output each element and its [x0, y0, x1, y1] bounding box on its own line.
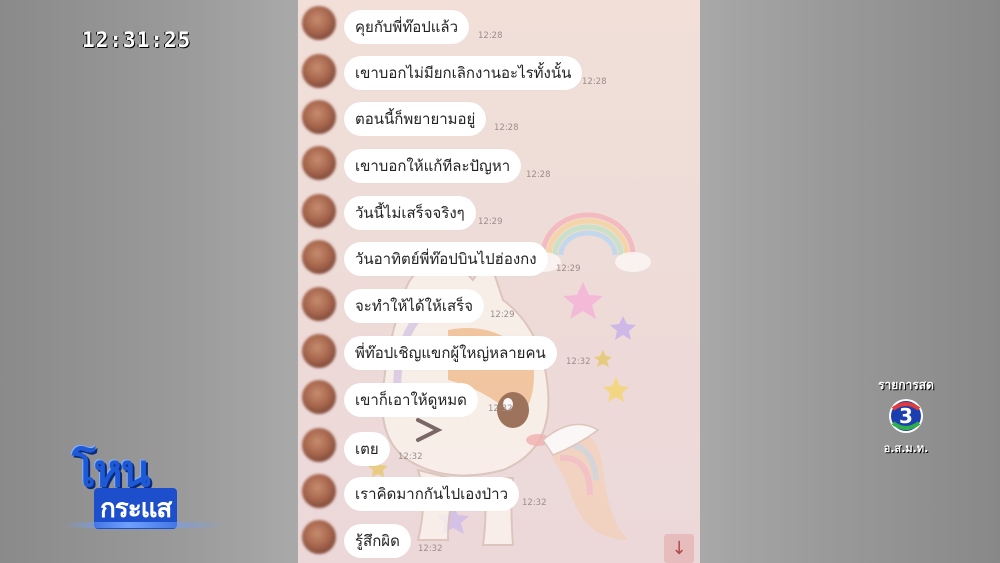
sender-avatar[interactable]: [302, 146, 336, 180]
arrow-down-icon: ↓: [671, 538, 687, 559]
channel-logo: รายการสด 3 อ.ส.ม.ท.: [866, 376, 946, 457]
message-bubble: จะทำให้ได้ให้เสร็จ: [344, 289, 484, 323]
sender-avatar[interactable]: [302, 428, 336, 462]
message-time: 12:32: [418, 544, 443, 554]
message-bubble: เขาก็เอาให้ดูหมด: [344, 383, 478, 417]
channel-3-icon: 3: [889, 399, 923, 433]
message-time: 12:28: [478, 31, 503, 41]
broadcast-clock: 12:31:25: [82, 28, 192, 52]
message-time: 12:32: [522, 498, 547, 508]
sender-avatar[interactable]: [302, 287, 336, 321]
message-time: 12:32: [398, 452, 423, 462]
message-bubble: เขาบอกไม่มียกเลิกงานอะไรทั้งนั้น: [344, 56, 583, 90]
sender-avatar[interactable]: [302, 100, 336, 134]
show-logo: โหน กระแส: [64, 436, 224, 536]
live-program-label: รายการสด: [878, 378, 934, 392]
sender-avatar[interactable]: [302, 6, 336, 40]
message-time: 12:28: [494, 123, 519, 133]
message-time: 12:29: [490, 310, 515, 320]
channel-owner-label: อ.ส.ม.ท.: [883, 442, 929, 455]
message-bubble: พี่ท๊อปเชิญแขกผู้ใหญ่หลายคน: [344, 336, 557, 370]
message-time: 12:28: [526, 170, 551, 180]
message-bubble: เราคิดมากกันไปเองป่าว: [344, 477, 520, 511]
message-time: 12:28: [582, 77, 607, 87]
sender-avatar[interactable]: [302, 240, 336, 274]
chat-screenshot: คุยกับพี่ท๊อปแล้ว 12:28 เขาบอกไม่มียกเลิ…: [298, 0, 700, 563]
message-bubble: เตย: [344, 432, 390, 466]
message-bubble: วันนี้ไม่เสร็จจริงๆ: [344, 196, 476, 230]
message-bubble: รู้สึกผิด: [344, 524, 411, 558]
background-right: [700, 0, 1000, 563]
channel-number: 3: [899, 404, 913, 428]
sender-avatar[interactable]: [302, 334, 336, 368]
sender-avatar[interactable]: [302, 380, 336, 414]
message-time: 12:32: [566, 357, 591, 367]
message-time: 12:32: [488, 404, 513, 414]
message-time: 12:29: [556, 264, 581, 274]
message-time: 12:29: [478, 217, 503, 227]
message-bubble: วันอาทิตย์พี่ท๊อปบินไปฮ่องกง: [344, 242, 548, 276]
scroll-to-bottom-button[interactable]: ↓: [664, 534, 694, 563]
sender-avatar[interactable]: [302, 474, 336, 508]
sender-avatar[interactable]: [302, 54, 336, 88]
message-bubble: เขาบอกให้แก้ทีละปัญหา: [344, 149, 522, 183]
message-bubble: คุยกับพี่ท๊อปแล้ว: [344, 10, 470, 44]
logo-streak: [64, 522, 224, 528]
sender-avatar[interactable]: [302, 194, 336, 228]
chat-thread[interactable]: คุยกับพี่ท๊อปแล้ว 12:28 เขาบอกไม่มียกเลิ…: [298, 0, 700, 563]
message-bubble: ตอนนี้ก็พยายามอยู่: [344, 102, 487, 136]
sender-avatar[interactable]: [302, 520, 336, 554]
